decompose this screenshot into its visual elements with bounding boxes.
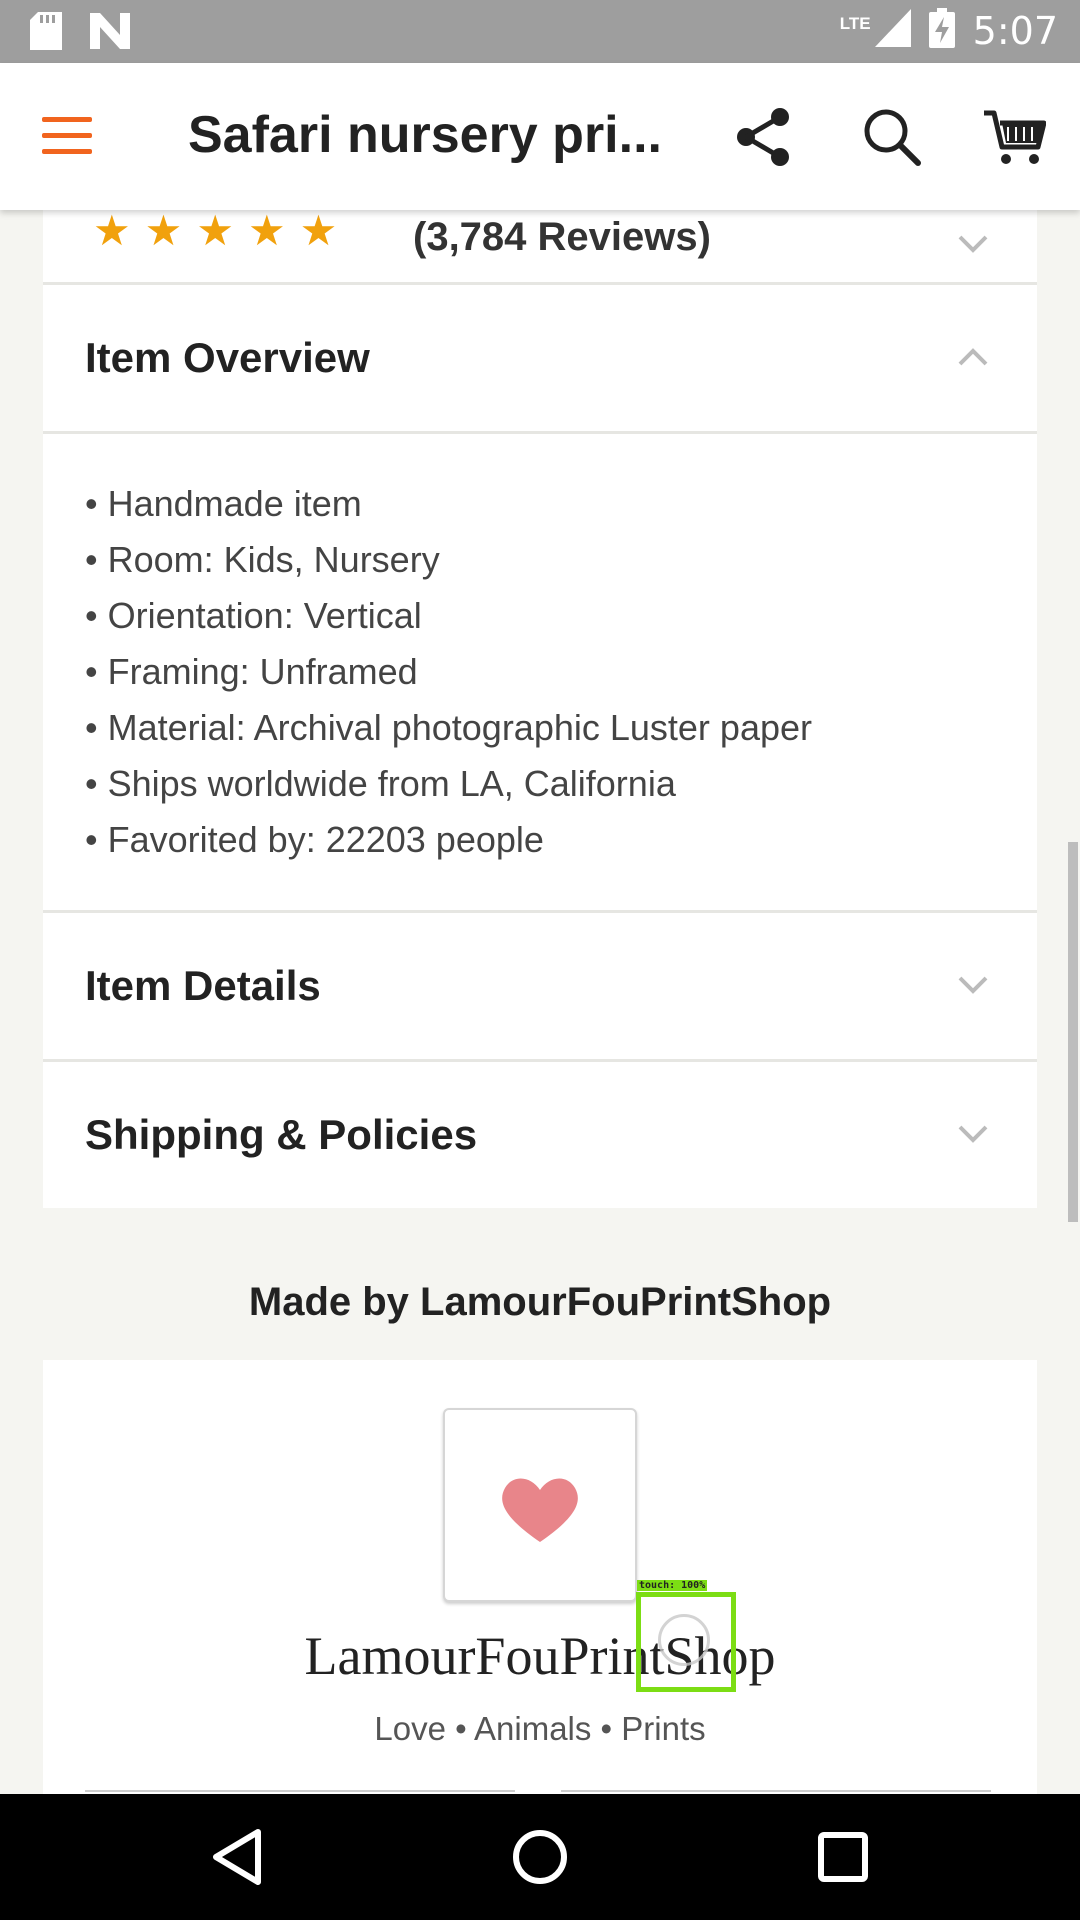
section-title: Item Overview	[85, 334, 370, 381]
page-title: Safari nursery pri...	[188, 106, 662, 164]
star-icon: ★	[144, 210, 183, 254]
item-overview-header[interactable]: Item Overview	[43, 285, 1037, 431]
listing-content: ★ ★ ★ ★ ★ (3,784 Reviews) Item Overview …	[0, 210, 1080, 1794]
made-by-heading: Made by LamourFouPrintShop	[248, 1280, 832, 1324]
scrollbar[interactable]	[1068, 842, 1078, 1222]
list-item: Ships worldwide from LA, California	[85, 756, 812, 812]
clock: 5:07	[972, 8, 1058, 53]
section-title: Shipping & Policies	[85, 1111, 478, 1158]
reviews-row[interactable]: ★ ★ ★ ★ ★ (3,784 Reviews)	[43, 210, 1037, 282]
share-icon[interactable]	[736, 107, 792, 167]
n-notification-icon	[90, 13, 130, 54]
network-type: LTE	[839, 13, 871, 33]
shop-name[interactable]: LamourFouPrintShop	[43, 1625, 1037, 1687]
cart-icon[interactable]	[984, 107, 1047, 167]
review-count: (3,784 Reviews)	[413, 215, 711, 259]
home-icon[interactable]	[509, 1826, 571, 1888]
battery-charging-icon	[928, 8, 955, 53]
chevron-down-icon	[958, 976, 988, 994]
chevron-down-icon	[958, 1125, 988, 1143]
star-icon: ★	[247, 210, 286, 254]
list-item: Orientation: Vertical	[85, 588, 812, 644]
rating-stars: ★ ★ ★ ★ ★	[93, 210, 337, 252]
list-item: Handmade item	[85, 476, 812, 532]
signal-icon	[874, 9, 911, 52]
item-overview-body: Handmade item Room: Kids, Nursery Orient…	[43, 434, 1037, 910]
app-bar: Safari nursery pri...	[0, 63, 1080, 210]
list-item: Room: Kids, Nursery	[85, 532, 812, 588]
star-icon: ★	[93, 210, 131, 254]
touch-ripple	[658, 1614, 710, 1666]
status-bar: LTE 5:07	[0, 0, 1080, 63]
search-icon[interactable]	[862, 107, 922, 167]
list-item: Framing: Unframed	[85, 644, 812, 700]
touch-indicator-label: touch: 100%	[637, 1580, 708, 1591]
list-item: Favorited by: 22203 people	[85, 812, 812, 868]
section-title: Item Details	[85, 962, 321, 1009]
shop-avatar[interactable]	[443, 1408, 637, 1602]
item-details-header[interactable]: Item Details	[43, 913, 1037, 1059]
menu-icon[interactable]	[42, 111, 98, 161]
star-icon: ★	[299, 210, 338, 254]
heart-icon	[502, 1478, 578, 1542]
star-icon: ★	[196, 210, 234, 254]
sd-card-icon	[30, 12, 62, 55]
chevron-down-icon	[958, 235, 988, 253]
shop-card[interactable]: LamourFouPrintShop Love • Animals • Prin…	[43, 1360, 1037, 1794]
recents-icon[interactable]	[812, 1826, 874, 1888]
list-item: Material: Archival photographic Luster p…	[85, 700, 812, 756]
overview-list: Handmade item Room: Kids, Nursery Orient…	[85, 476, 812, 868]
chevron-up-icon	[958, 348, 988, 366]
shop-tagline: Love • Animals • Prints	[374, 1710, 706, 1747]
back-icon[interactable]	[206, 1826, 268, 1888]
navigation-bar	[0, 1794, 1080, 1920]
shipping-policies-header[interactable]: Shipping & Policies	[43, 1062, 1037, 1208]
